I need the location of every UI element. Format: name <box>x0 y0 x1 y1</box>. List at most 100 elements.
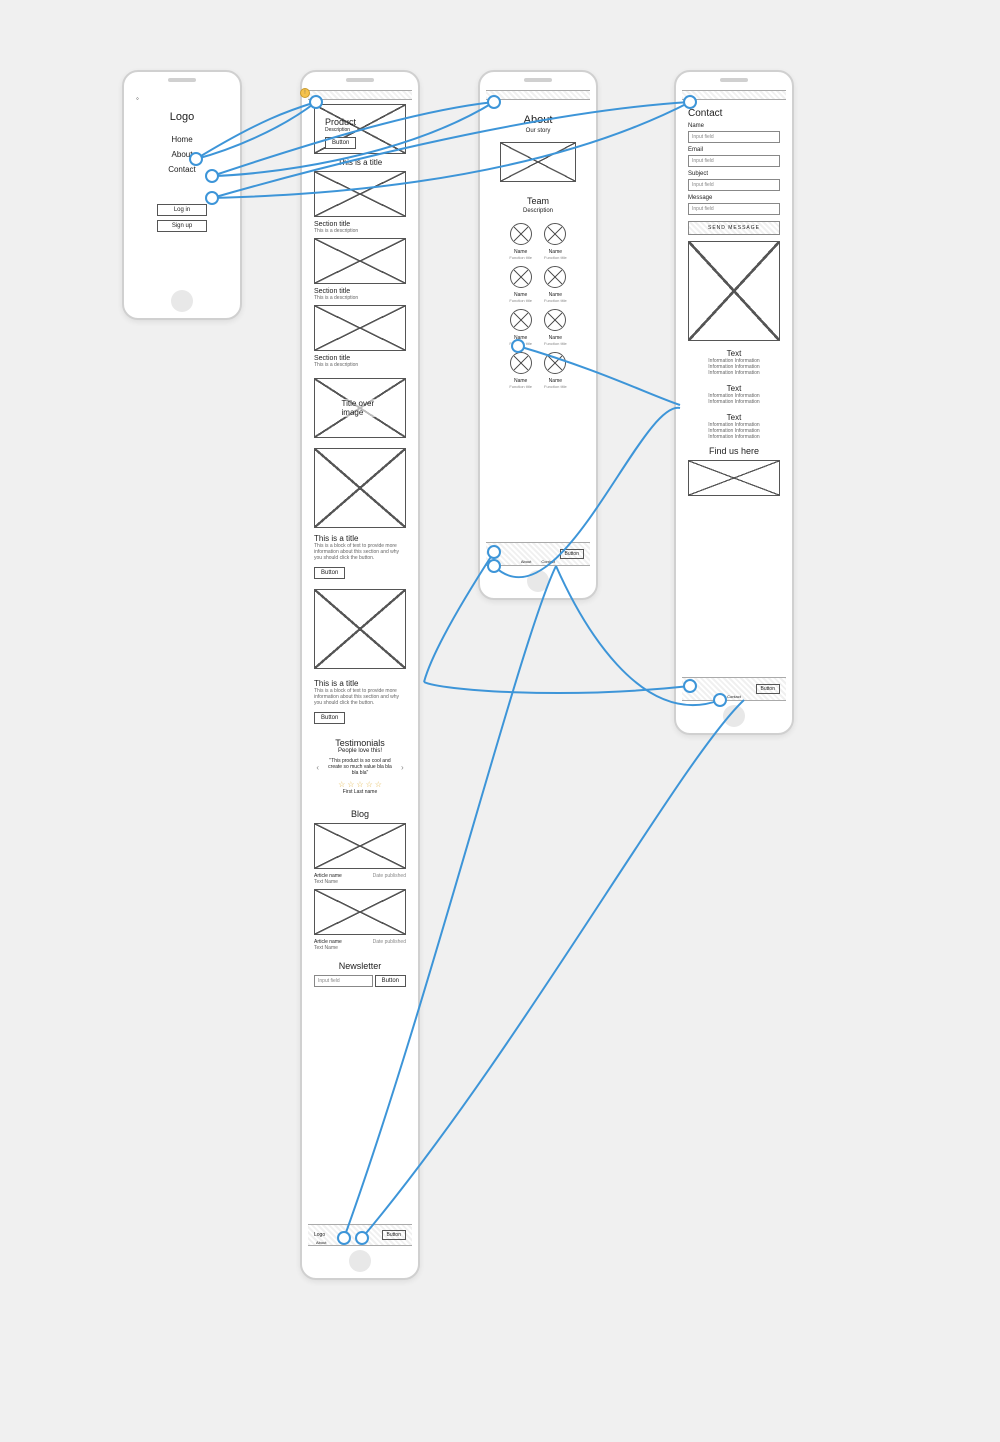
about-footer-link-1[interactable]: About <box>521 559 531 564</box>
avatar-icon <box>544 309 566 331</box>
node-home-foot-1[interactable] <box>337 1231 351 1245</box>
node-about-foot-2[interactable] <box>487 559 501 573</box>
node-menu-home[interactable] <box>189 152 203 166</box>
info-title: Text <box>682 413 786 422</box>
section-title-1: Section title <box>314 221 406 228</box>
footer-link-about[interactable]: About <box>316 1240 326 1245</box>
avatar-icon <box>510 223 532 245</box>
about-footer-link-2[interactable]: Contact <box>541 559 555 564</box>
team-member[interactable]: NameFunction title <box>544 309 567 346</box>
footer-button[interactable]: Button <box>382 1230 406 1240</box>
info-line: Information Information <box>682 370 786 376</box>
contact-footer-button[interactable]: Button <box>756 684 780 694</box>
text-input[interactable]: Input field <box>688 203 780 215</box>
blog-img-1 <box>314 823 406 869</box>
about-image <box>500 142 576 182</box>
testimonials-title: Testimonials <box>308 738 412 748</box>
map-image <box>688 460 780 496</box>
team-subtitle: Description <box>486 208 590 214</box>
team-member[interactable]: NameFunction title <box>509 266 532 303</box>
avatar-icon <box>510 352 532 374</box>
nav-item-home[interactable]: Home <box>130 135 234 144</box>
carousel-prev-icon[interactable]: ‹ <box>316 763 319 772</box>
footer-logo: Logo <box>314 1232 325 1238</box>
contact-footer-link[interactable]: Contact <box>727 694 741 699</box>
blog-meta-1: Text Name <box>314 879 406 885</box>
node-about-foot-1[interactable] <box>487 545 501 559</box>
block-button-1[interactable]: Button <box>314 567 345 579</box>
about-footer-button[interactable]: Button <box>560 549 584 559</box>
field-label: Message <box>688 195 780 201</box>
section-image-2 <box>314 238 406 284</box>
text-input[interactable]: Input field <box>688 179 780 191</box>
contact-title: Contact <box>688 108 780 119</box>
newsletter-button[interactable]: Button <box>375 975 406 987</box>
topbar <box>682 90 786 100</box>
node-about-member[interactable] <box>511 339 525 353</box>
team-member[interactable]: NameFunction title <box>544 266 567 303</box>
section-title-2: Section title <box>314 288 406 295</box>
blog-date-1: Date published <box>373 873 406 879</box>
block-body-1: This is a block of text to provide more … <box>314 543 406 561</box>
team-member[interactable]: NameFunction title <box>509 352 532 389</box>
hero-image: Product Description Button <box>314 104 406 154</box>
block-image-2 <box>314 589 406 669</box>
node-home-foot-2[interactable] <box>355 1231 369 1245</box>
newsletter-input[interactable]: Input field <box>314 975 373 987</box>
node-menu-about[interactable] <box>205 169 219 183</box>
node-about-top[interactable] <box>487 95 501 109</box>
member-function: Function title <box>509 298 532 303</box>
section-image-1 <box>314 171 406 217</box>
section-list-title: This is a title <box>308 158 412 167</box>
section-title-3: Section title <box>314 355 406 362</box>
testimonials-author: First Last name <box>308 789 412 795</box>
block-button-2[interactable]: Button <box>314 712 345 724</box>
field-label: Email <box>688 147 780 153</box>
info-title: Text <box>682 349 786 358</box>
login-button[interactable]: Log in <box>157 204 207 216</box>
avatar-icon <box>544 266 566 288</box>
avatar-icon <box>544 223 566 245</box>
node-home-top[interactable] <box>309 95 323 109</box>
team-member[interactable]: NameFunction title <box>509 223 532 260</box>
overlay-image-title: Title over image <box>338 399 383 417</box>
rating-stars: ☆☆☆☆☆ <box>308 780 412 789</box>
topbar <box>486 90 590 100</box>
section-desc-1: This is a description <box>314 228 406 234</box>
hero-title: Product <box>325 117 356 127</box>
block-title-2: This is a title <box>314 679 406 688</box>
about-subtitle: Our story <box>486 128 590 134</box>
member-function: Function title <box>509 384 532 389</box>
testimonials-quote: "This product is so cool and create so m… <box>325 758 395 776</box>
member-function: Function title <box>544 384 567 389</box>
info-line: Information Information <box>682 434 786 440</box>
logo-text: Logo <box>130 111 234 123</box>
avatar-icon <box>510 309 532 331</box>
blog-meta-2: Text Name <box>314 945 406 951</box>
about-title: About <box>486 114 590 126</box>
team-member[interactable]: NameFunction title <box>544 352 567 389</box>
node-contact-top[interactable] <box>683 95 697 109</box>
text-input[interactable]: Input field <box>688 155 780 167</box>
member-function: Function title <box>544 255 567 260</box>
team-member[interactable]: NameFunction title <box>544 223 567 260</box>
blog-date-2: Date published <box>373 939 406 945</box>
overlay-image: Title over image <box>314 378 406 438</box>
info-title: Text <box>682 384 786 393</box>
node-contact-ft-1[interactable] <box>683 679 697 693</box>
text-input[interactable]: Input field <box>688 131 780 143</box>
nav-item-about[interactable]: About <box>130 150 234 159</box>
screen-home: Product Description Button This is a tit… <box>300 70 420 1280</box>
hero-subtitle: Description <box>325 127 356 133</box>
topbar <box>308 90 412 100</box>
avatar-icon <box>510 266 532 288</box>
send-button[interactable]: SEND MESSAGE <box>688 221 780 235</box>
block-body-2: This is a block of text to provide more … <box>314 688 406 706</box>
hero-button[interactable]: Button <box>325 137 356 149</box>
node-menu-contact[interactable] <box>205 191 219 205</box>
field-label: Name <box>688 123 780 129</box>
signup-button[interactable]: Sign up <box>157 220 207 232</box>
carousel-next-icon[interactable]: › <box>401 763 404 772</box>
testimonials-sub: People love this! <box>308 748 412 754</box>
node-contact-ft-2[interactable] <box>713 693 727 707</box>
